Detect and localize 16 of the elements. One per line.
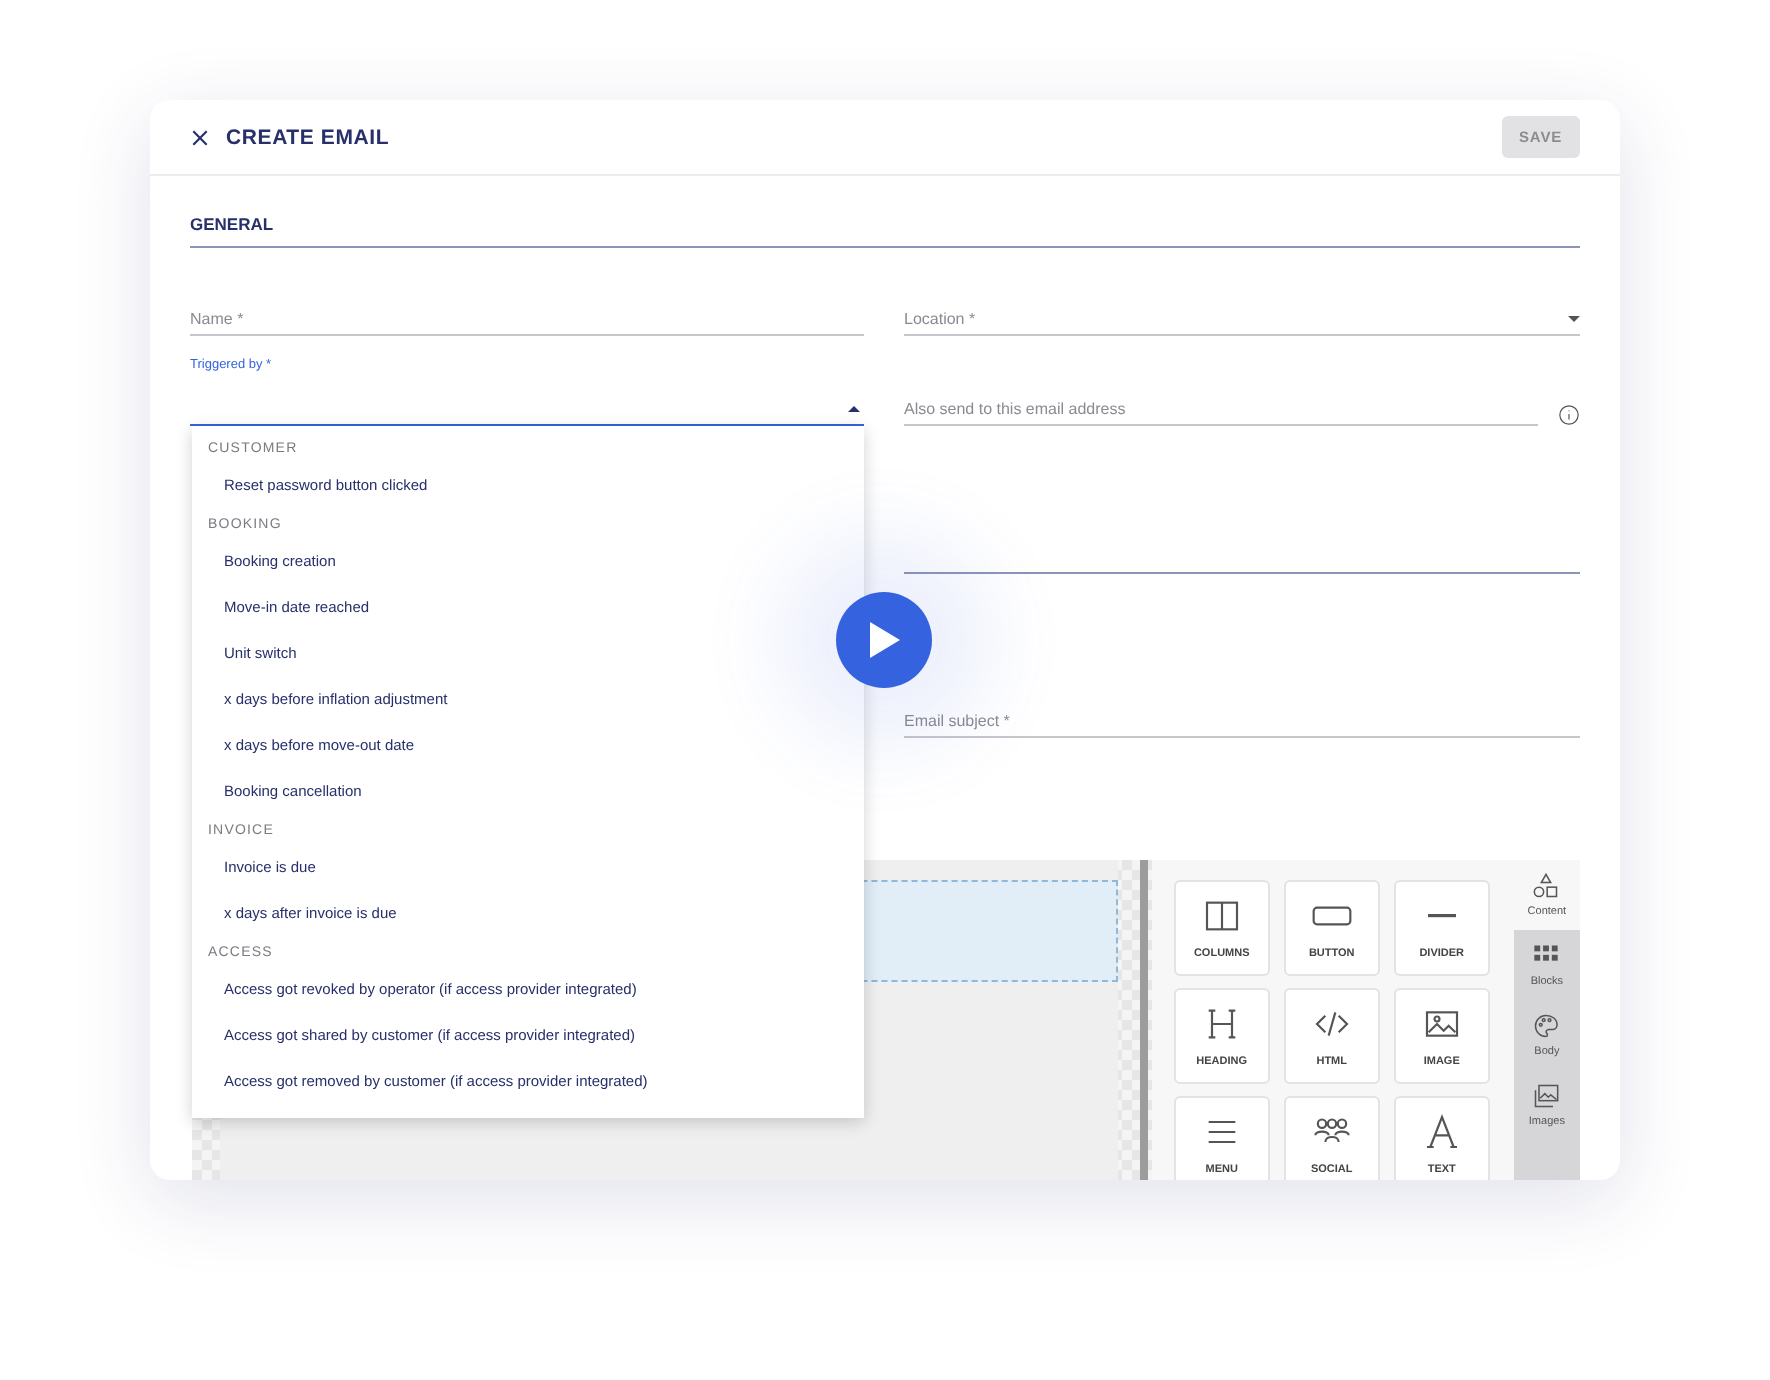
name-field[interactable]: Name * bbox=[190, 302, 864, 336]
letter-icon bbox=[1421, 1112, 1462, 1152]
email-field[interactable]: Also send to this email address bbox=[904, 392, 1538, 426]
divider-icon bbox=[1427, 914, 1456, 918]
dialog-title: CREATE EMAIL bbox=[226, 125, 392, 149]
location-select[interactable]: Location * bbox=[904, 302, 1580, 336]
caret-icon bbox=[848, 405, 860, 411]
palette-icon bbox=[1532, 1012, 1561, 1040]
caret-icon bbox=[1568, 315, 1580, 321]
section-heading: GENERAL bbox=[190, 176, 1580, 248]
shapes-icon bbox=[1532, 872, 1561, 900]
columns-icon bbox=[1201, 896, 1242, 936]
close-icon bbox=[190, 127, 210, 147]
info-icon bbox=[1558, 404, 1580, 426]
play-button[interactable] bbox=[836, 592, 932, 688]
images-icon bbox=[1532, 1082, 1561, 1110]
